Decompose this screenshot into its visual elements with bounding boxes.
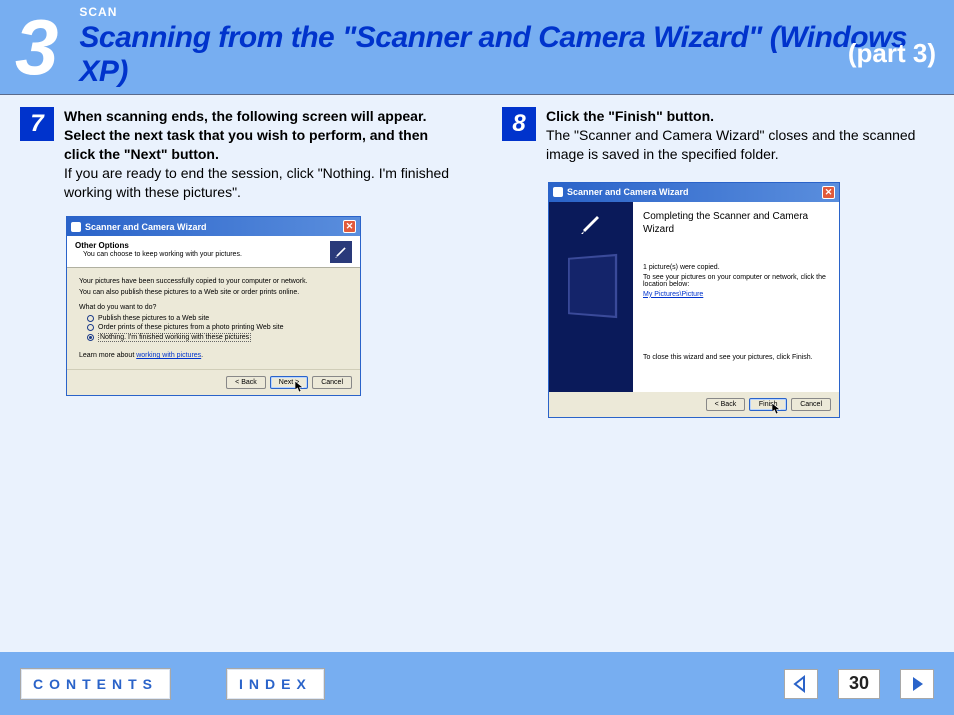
- cancel-button[interactable]: Cancel: [312, 376, 352, 389]
- page-footer: CONTENTS INDEX 30: [0, 652, 954, 715]
- finish-button[interactable]: Finish: [749, 398, 787, 411]
- page-title: Scanning from the "Scanner and Camera Wi…: [79, 21, 939, 89]
- content-area: 7 When scanning ends, the following scre…: [0, 94, 954, 652]
- wizard-7-header: Other Options You can choose to keep wor…: [67, 236, 360, 268]
- radio-option-2[interactable]: Order prints of these pictures from a ph…: [87, 324, 348, 331]
- close-icon[interactable]: ✕: [822, 186, 835, 199]
- wizard-8-title: Scanner and Camera Wizard: [567, 187, 688, 197]
- close-icon[interactable]: ✕: [343, 220, 356, 233]
- wizard-7-question: What do you want to do?: [79, 304, 348, 311]
- back-button[interactable]: < Back: [226, 376, 266, 389]
- scanner-icon: [330, 241, 352, 263]
- wizard-app-icon: [553, 187, 563, 197]
- radio-icon: [87, 315, 94, 322]
- wizard-7-title: Scanner and Camera Wizard: [85, 222, 206, 232]
- wizard-app-icon: [71, 222, 81, 232]
- contents-button[interactable]: CONTENTS: [20, 668, 171, 700]
- wizard-8-content: Completing the Scanner and Camera Wizard…: [633, 202, 839, 392]
- radio-icon-selected: [87, 334, 94, 341]
- radio-2-label: Order prints of these pictures from a ph…: [98, 324, 283, 331]
- next-button[interactable]: Next >: [270, 376, 308, 389]
- back-button[interactable]: < Back: [706, 398, 746, 411]
- wizard-7-body-line2: You can also publish these pictures to a…: [79, 289, 348, 296]
- step-8: 8 Click the "Finish" button. The "Scanne…: [502, 107, 934, 164]
- wizard-8-seeline: To see your pictures on your computer or…: [643, 274, 829, 288]
- radio-3-label: Nothing. I'm finished working with these…: [98, 333, 251, 342]
- wizard-8-closenote: To close this wizard and see your pictur…: [643, 354, 829, 361]
- arrow-left-icon: [791, 674, 811, 694]
- chapter-number: 3: [15, 8, 54, 86]
- scanner-icon: [579, 212, 603, 236]
- device-graphic: [568, 254, 617, 318]
- wizard-8-titlebar: Scanner and Camera Wizard ✕: [549, 183, 839, 202]
- pictures-location-link[interactable]: My Pictures\Picture: [643, 291, 829, 298]
- step-7-body: When scanning ends, the following screen…: [64, 107, 452, 201]
- header-text: SCAN Scanning from the "Scanner and Came…: [79, 5, 939, 89]
- wizard-8-heading: Completing the Scanner and Camera Wizard: [643, 210, 829, 236]
- step-number-7: 7: [20, 107, 54, 141]
- page-header: 3 SCAN Scanning from the "Scanner and Ca…: [0, 0, 954, 94]
- cursor-icon: [772, 403, 782, 415]
- wizard-7-body-line1: Your pictures have been successfully cop…: [79, 278, 348, 285]
- step-number-8: 8: [502, 107, 536, 141]
- step-7-normal: If you are ready to end the session, cli…: [64, 165, 449, 200]
- radio-option-1[interactable]: Publish these pictures to a Web site: [87, 315, 348, 322]
- radio-icon: [87, 324, 94, 331]
- index-button[interactable]: INDEX: [226, 668, 325, 700]
- footer-right: 30: [784, 669, 934, 699]
- wizard-7: Scanner and Camera Wizard ✕ Other Option…: [66, 216, 361, 396]
- step-7: 7 When scanning ends, the following scre…: [20, 107, 452, 201]
- wizard-8-body: Completing the Scanner and Camera Wizard…: [549, 202, 839, 392]
- page-number: 30: [838, 669, 880, 699]
- next-page-button[interactable]: [900, 669, 934, 699]
- prev-page-button[interactable]: [784, 669, 818, 699]
- column-right: 8 Click the "Finish" button. The "Scanne…: [502, 107, 934, 652]
- step-7-bold: When scanning ends, the following screen…: [64, 108, 428, 162]
- radio-1-label: Publish these pictures to a Web site: [98, 315, 209, 322]
- wizard-8-sidebar: [549, 202, 633, 392]
- radio-option-3[interactable]: Nothing. I'm finished working with these…: [87, 333, 348, 342]
- step-8-bold: Click the "Finish" button.: [546, 108, 714, 124]
- part-label: (part 3): [848, 38, 936, 69]
- wizard-7-titlebar: Scanner and Camera Wizard ✕: [67, 217, 360, 236]
- working-with-pictures-link[interactable]: working with pictures: [136, 352, 201, 359]
- wizard-8-copied: 1 picture(s) were copied.: [643, 264, 829, 271]
- wizard-8: Scanner and Camera Wizard ✕ Completing t…: [548, 182, 840, 418]
- cancel-button[interactable]: Cancel: [791, 398, 831, 411]
- wizard-7-body: Your pictures have been successfully cop…: [67, 268, 360, 369]
- step-8-normal: The "Scanner and Camera Wizard" closes a…: [546, 127, 915, 162]
- arrow-right-icon: [907, 674, 927, 694]
- wizard-7-buttons: < Back Next > Cancel: [67, 369, 360, 395]
- wizard-8-buttons: < Back Finish Cancel: [549, 392, 839, 417]
- wizard-7-heading: Other Options: [75, 241, 242, 250]
- column-left: 7 When scanning ends, the following scre…: [20, 107, 452, 652]
- header-overline: SCAN: [79, 5, 939, 19]
- cursor-icon: [295, 381, 305, 393]
- wizard-7-subheading: You can choose to keep working with your…: [83, 251, 242, 258]
- step-8-body: Click the "Finish" button. The "Scanner …: [546, 107, 934, 164]
- wizard-7-learn: Learn more about working with pictures.: [79, 352, 348, 359]
